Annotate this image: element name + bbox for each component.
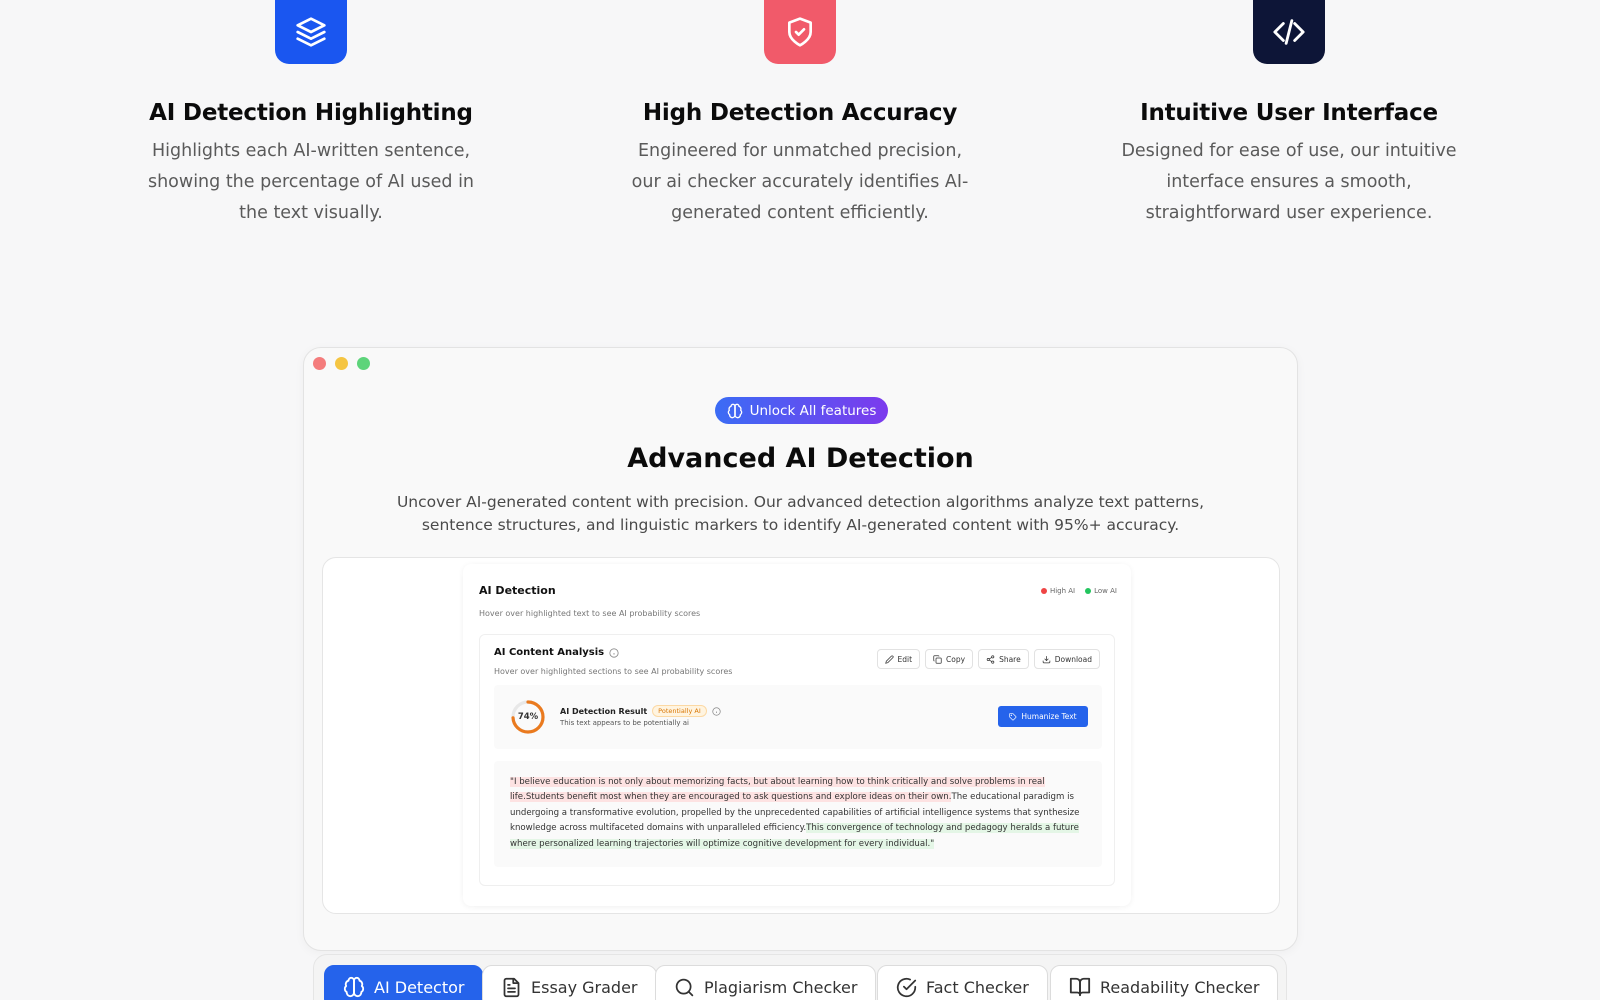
ai-detection-app: AI Detection Hover over highlighted text…: [463, 564, 1131, 906]
result-title-text: AI Detection Result: [560, 706, 648, 716]
legend-low-ai: Low AI: [1085, 587, 1117, 595]
green-dot-icon: [1085, 588, 1092, 594]
unlock-label: Unlock All features: [749, 402, 877, 419]
humanize-text-button[interactable]: Humanize Text: [998, 706, 1088, 727]
legend-label: High AI: [1049, 587, 1076, 595]
maximize-dot: [357, 357, 370, 370]
download-button[interactable]: Download: [1033, 649, 1100, 669]
edit-label: Edit: [897, 654, 913, 664]
legend-high-ai: High AI: [1040, 587, 1076, 595]
tool-tabs: AI Detector Essay Grader Plagiarism Chec…: [313, 954, 1287, 1000]
brain-icon: [727, 403, 742, 418]
book-icon: [1069, 977, 1091, 997]
analyzed-text: "I believe education is not only about m…: [494, 761, 1102, 867]
card-title-text: AI Content Analysis: [494, 647, 605, 658]
shield-check-icon: [764, 0, 836, 64]
feature-detection-accuracy: High Detection Accuracy Engineered for u…: [620, 0, 980, 229]
preview-panel: AI Detection Hover over highlighted text…: [322, 557, 1280, 914]
download-icon: [1042, 655, 1050, 663]
layers-icon: [275, 0, 347, 64]
tab-ai-detector[interactable]: AI Detector: [324, 965, 484, 1000]
window-controls: [313, 357, 370, 370]
tab-readability-checker[interactable]: Readability Checker: [1050, 965, 1279, 1000]
features-section: AI Detection Highlighting Highlights eac…: [0, 0, 1600, 240]
code-icon: [1253, 0, 1325, 64]
tab-label: Plagiarism Checker: [704, 977, 858, 997]
feature-intuitive-ui: Intuitive User Interface Designed for ea…: [1109, 0, 1469, 229]
ai-score-percent: 74%: [517, 712, 539, 722]
result-title: AI Detection Result Potentially AI: [560, 705, 721, 717]
legend: High AI Low AI: [1040, 587, 1117, 595]
card-title: AI Content Analysis: [494, 647, 619, 658]
app-title: AI Detection: [479, 584, 556, 597]
share-icon: [986, 654, 995, 664]
copy-icon: [933, 654, 942, 664]
tag-icon: [1009, 712, 1017, 720]
tab-label: Essay Grader: [531, 977, 638, 997]
check-circle-icon: [896, 977, 917, 997]
edit-button[interactable]: Edit: [876, 649, 921, 669]
feature-description: Designed for ease of use, our intuitive …: [1121, 141, 1457, 223]
unlock-features-badge[interactable]: Unlock All features: [715, 397, 888, 424]
copy-label: Copy: [946, 654, 966, 664]
detection-result: 74% AI Detection Result Potentially AI T…: [494, 685, 1102, 749]
app-subtitle: Hover over highlighted text to see AI pr…: [479, 609, 701, 618]
tab-label: Readability Checker: [1100, 977, 1260, 997]
info-icon[interactable]: [712, 706, 721, 716]
card-actions: Edit Copy Share Download: [876, 649, 1100, 669]
tab-plagiarism-checker[interactable]: Plagiarism Checker: [655, 965, 877, 1000]
red-dot-icon: [1040, 588, 1047, 594]
feature-title: Intuitive User Interface: [1140, 100, 1438, 126]
tab-label: AI Detector: [374, 977, 465, 997]
analysis-card: AI Content Analysis Hover over highlight…: [479, 634, 1115, 886]
feature-title: AI Detection Highlighting: [149, 100, 473, 126]
status-badge: Potentially AI: [652, 705, 707, 717]
brain-icon: [343, 976, 365, 998]
pencil-icon: [884, 654, 894, 664]
tab-label: Fact Checker: [926, 977, 1029, 997]
text-segment-high-ai[interactable]: Students benefit most when they are enco…: [525, 792, 952, 803]
close-dot: [313, 357, 326, 370]
showcase-window: Unlock All features Advanced AI Detectio…: [303, 347, 1298, 951]
card-subtitle: Hover over highlighted sections to see A…: [494, 667, 733, 676]
humanize-label: Humanize Text: [1021, 712, 1077, 721]
info-icon[interactable]: [609, 647, 619, 658]
result-subtitle: This text appears to be potentially ai: [560, 719, 690, 727]
document-icon: [503, 977, 520, 997]
feature-description: Engineered for unmatched precision, our …: [631, 141, 969, 223]
feature-title: High Detection Accuracy: [642, 100, 958, 126]
share-button[interactable]: Share: [978, 649, 1029, 669]
search-icon: [675, 978, 694, 996]
showcase-title: Advanced AI Detection: [627, 443, 974, 474]
feature-ai-highlighting: AI Detection Highlighting Highlights eac…: [131, 0, 491, 229]
feature-description: Highlights each AI-written sentence, sho…: [147, 141, 475, 223]
copy-button[interactable]: Copy: [925, 649, 974, 669]
showcase-description: Uncover AI-generated content with precis…: [396, 493, 1205, 534]
download-label: Download: [1054, 654, 1092, 664]
legend-label: Low AI: [1094, 587, 1117, 595]
tab-essay-grader[interactable]: Essay Grader: [482, 965, 657, 1000]
share-label: Share: [999, 654, 1021, 664]
tab-fact-checker[interactable]: Fact Checker: [877, 965, 1048, 1000]
minimize-dot: [335, 357, 348, 370]
